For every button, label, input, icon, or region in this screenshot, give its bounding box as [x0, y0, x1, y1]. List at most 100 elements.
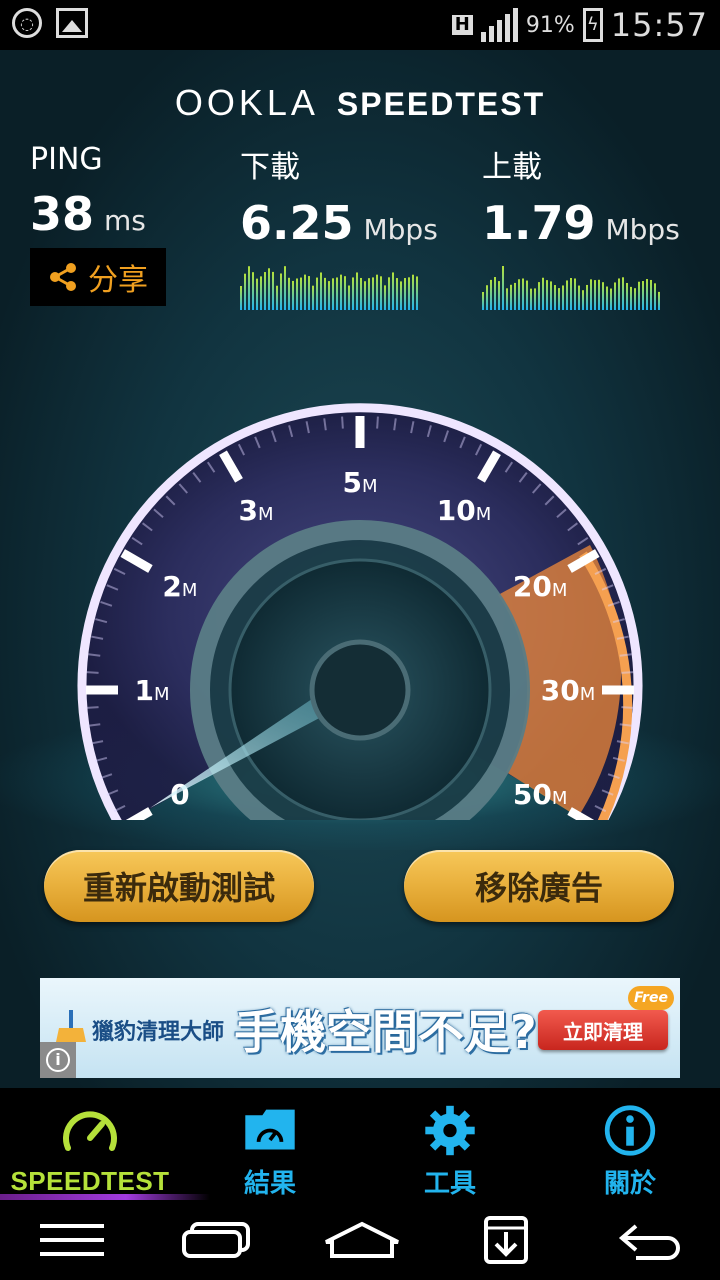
- tab-about-label: 關於: [603, 1169, 656, 1199]
- sparkline-bar: [340, 274, 342, 310]
- sparkline-bar: [388, 277, 390, 310]
- sparkline-bar: [364, 281, 366, 310]
- tab-about[interactable]: 關於: [540, 1088, 720, 1200]
- app-logo: OOKLA SPEEDTEST: [0, 82, 720, 124]
- sparkline-bar: [518, 279, 520, 310]
- sparkline-bar: [344, 276, 346, 310]
- sparkline-bar: [400, 281, 402, 310]
- status-bar: ◌ H 91% ϟ 15:57: [0, 0, 720, 50]
- sparkline-bar: [510, 284, 512, 310]
- back-button[interactable]: [612, 1216, 692, 1264]
- sparkline-bar: [296, 278, 298, 310]
- sparkline-bar: [372, 277, 374, 310]
- network-type: H: [451, 15, 473, 35]
- sparkline-bar: [316, 277, 318, 310]
- sparkline-bar: [586, 284, 588, 310]
- ping-value: 38: [30, 187, 95, 241]
- download-unit: Mbps: [363, 213, 438, 246]
- sparkline-bar: [284, 266, 286, 310]
- sparkline-bar: [570, 278, 572, 310]
- sparkline-bar: [630, 286, 632, 310]
- sparkline-bar: [384, 285, 386, 310]
- home-button[interactable]: [322, 1216, 402, 1264]
- sparkline-bar: [368, 278, 370, 310]
- back-icon: [618, 1224, 680, 1260]
- sparkline-bar: [618, 278, 620, 310]
- gauge-minor-tick: [86, 706, 99, 709]
- sparkline-bar: [538, 282, 540, 310]
- sparkline-bar: [408, 277, 410, 310]
- download-box-button[interactable]: [466, 1216, 546, 1264]
- sparkline-bar: [490, 279, 492, 310]
- ad-headline: 手機空間不足?: [234, 1005, 537, 1059]
- product-name: SPEEDTEST: [336, 86, 546, 122]
- sparkline-bar: [256, 278, 258, 310]
- sparkline-bar: [650, 279, 652, 310]
- restart-test-button[interactable]: 重新啟動測試: [44, 850, 314, 922]
- sparkline-bar: [308, 276, 310, 310]
- menu-icon: [40, 1224, 104, 1256]
- sparkline-bar: [252, 272, 254, 310]
- sparkline-bar: [598, 279, 600, 310]
- share-button[interactable]: 分享: [30, 248, 166, 306]
- sparkline-bar: [276, 285, 278, 310]
- ad-free-badge: Free: [628, 986, 674, 1010]
- sparkline-bar: [578, 285, 580, 310]
- sparkline-bar: [658, 291, 660, 310]
- gauge-minor-tick: [376, 416, 379, 429]
- sparkline-bar: [352, 277, 354, 310]
- share-icon: [50, 263, 76, 291]
- remove-ads-button[interactable]: 移除廣告: [404, 850, 674, 922]
- sparkline-bar: [328, 281, 330, 310]
- ad-banner[interactable]: 獵豹清理大師 手機空間不足? 立即清理 Free i: [40, 978, 680, 1078]
- ping-label: PING: [30, 142, 103, 177]
- upload-value: 1.79: [482, 196, 596, 250]
- ad-cta-button[interactable]: 立即清理: [538, 1010, 668, 1050]
- image-icon: [56, 8, 88, 38]
- sparkline-bar: [304, 274, 306, 310]
- sparkline-bar: [542, 277, 544, 310]
- sparkline-bar: [292, 280, 294, 310]
- clock: 15:57: [610, 6, 708, 44]
- download-value: 6.25: [240, 196, 354, 250]
- upload-unit: Mbps: [605, 213, 680, 246]
- sparkline-bar: [486, 285, 488, 310]
- broom-icon: [56, 1010, 86, 1042]
- sparkline-bar: [416, 276, 418, 310]
- menu-button[interactable]: [32, 1216, 112, 1264]
- sparkline-bar: [482, 292, 484, 310]
- sparkline-bar: [530, 288, 532, 310]
- sparkline-bar: [626, 282, 628, 310]
- battery-percent: 91%: [525, 12, 575, 38]
- tab-speedtest[interactable]: SPEEDTEST: [0, 1088, 210, 1200]
- sparkline-bar: [638, 281, 640, 310]
- sparkline-bar: [642, 281, 644, 310]
- sparkline-bar: [324, 277, 326, 310]
- sparkline-bar: [590, 279, 592, 310]
- download-metric: 下載 6.25 Mbps: [240, 142, 438, 310]
- bottom-tab-bar: SPEEDTEST 結果 工具 關於: [0, 1088, 720, 1200]
- recent-apps-button[interactable]: [176, 1216, 256, 1264]
- tab-tools-label: 工具: [423, 1169, 476, 1199]
- sparkline-bar: [554, 285, 556, 310]
- gear-icon: [425, 1105, 475, 1156]
- tab-speedtest-label: SPEEDTEST: [10, 1166, 170, 1196]
- ping-unit: ms: [104, 204, 146, 237]
- tab-results[interactable]: 結果: [180, 1088, 360, 1200]
- upload-metric: 上載 1.79 Mbps: [482, 142, 680, 310]
- sparkline-bar: [240, 286, 242, 310]
- tab-tools[interactable]: 工具: [360, 1088, 540, 1200]
- ad-info-button[interactable]: i: [40, 1042, 76, 1078]
- share-label: 分享: [88, 263, 148, 298]
- sparkline-bar: [376, 274, 378, 310]
- sparkline-bar: [534, 288, 536, 310]
- battery-charging-icon: ϟ: [582, 8, 603, 42]
- sparkline-bar: [502, 266, 504, 310]
- ad-brand: 獵豹清理大師: [92, 1020, 225, 1045]
- upload-label: 上載: [482, 150, 542, 185]
- tab-results-label: 結果: [243, 1169, 296, 1199]
- recent-apps-icon: [182, 1222, 250, 1258]
- sparkline-bar: [550, 281, 552, 310]
- info-icon: [604, 1105, 656, 1156]
- gauge-minor-tick: [86, 671, 99, 674]
